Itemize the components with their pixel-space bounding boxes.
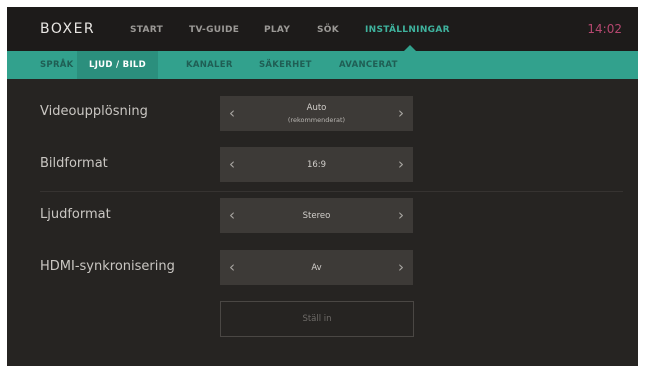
- chevron-left-icon[interactable]: ‹: [222, 198, 242, 233]
- chevron-left-icon[interactable]: ‹: [222, 250, 242, 285]
- chevron-right-icon[interactable]: ›: [391, 250, 411, 285]
- bildformat-label: Bildformat: [40, 156, 108, 171]
- tv-settings-screen: BOXER START TV-GUIDE PLAY SÖK INSTÄLLNIN…: [7, 7, 638, 366]
- tab-sakerhet[interactable]: SÄKERHET: [259, 51, 312, 79]
- ljudformat-selector[interactable]: ‹ Stereo ›: [220, 198, 413, 233]
- videoupplosning-subtext: (rekommenderat): [287, 116, 346, 124]
- tab-ljud-bild[interactable]: LJUD / BILD: [77, 51, 158, 79]
- chevron-right-icon[interactable]: ›: [391, 96, 411, 131]
- settings-tab-bar: SPRÅK LJUD / BILD KANALER SÄKERHET AVANC…: [7, 51, 638, 79]
- selector-value: Auto (rekommenderat): [240, 96, 393, 131]
- clock: 14:02: [587, 22, 622, 36]
- ljudformat-value: Stereo: [302, 210, 331, 221]
- hdmi-synkronisering-selector[interactable]: ‹ Av ›: [220, 250, 413, 285]
- chevron-right-icon[interactable]: ›: [391, 198, 411, 233]
- videoupplosning-selector[interactable]: ‹ Auto (rekommenderat) ›: [220, 96, 413, 131]
- tab-avancerat[interactable]: AVANCERAT: [339, 51, 398, 79]
- bildformat-value: 16:9: [306, 159, 327, 170]
- tab-kanaler[interactable]: KANALER: [186, 51, 233, 79]
- top-navigation-bar: BOXER START TV-GUIDE PLAY SÖK INSTÄLLNIN…: [7, 7, 638, 51]
- chevron-right-icon[interactable]: ›: [391, 147, 411, 182]
- hdmi-synkronisering-label: HDMI-synkronisering: [40, 259, 175, 274]
- stall-in-button[interactable]: Ställ in: [220, 301, 414, 337]
- hdmi-synkronisering-value: Av: [311, 262, 322, 273]
- tab-sprak[interactable]: SPRÅK: [40, 51, 74, 79]
- videoupplosning-label: Videoupplösning: [40, 104, 148, 119]
- ljudformat-label: Ljudformat: [40, 207, 111, 222]
- videoupplosning-value: Auto: [306, 103, 327, 113]
- nav-tv-guide[interactable]: TV-GUIDE: [189, 25, 239, 35]
- selector-value: Av: [240, 250, 393, 285]
- selector-value: Stereo: [240, 198, 393, 233]
- bildformat-selector[interactable]: ‹ 16:9 ›: [220, 147, 413, 182]
- nav-installningar[interactable]: INSTÄLLNINGAR: [365, 25, 450, 35]
- chevron-left-icon[interactable]: ‹: [222, 96, 242, 131]
- chevron-left-icon[interactable]: ‹: [222, 147, 242, 182]
- boxer-logo: BOXER: [40, 21, 96, 37]
- nav-start[interactable]: START: [130, 25, 163, 35]
- nav-sok[interactable]: SÖK: [317, 25, 339, 35]
- nav-play[interactable]: PLAY: [264, 25, 290, 35]
- section-divider: [40, 191, 623, 192]
- selector-value: 16:9: [240, 147, 393, 182]
